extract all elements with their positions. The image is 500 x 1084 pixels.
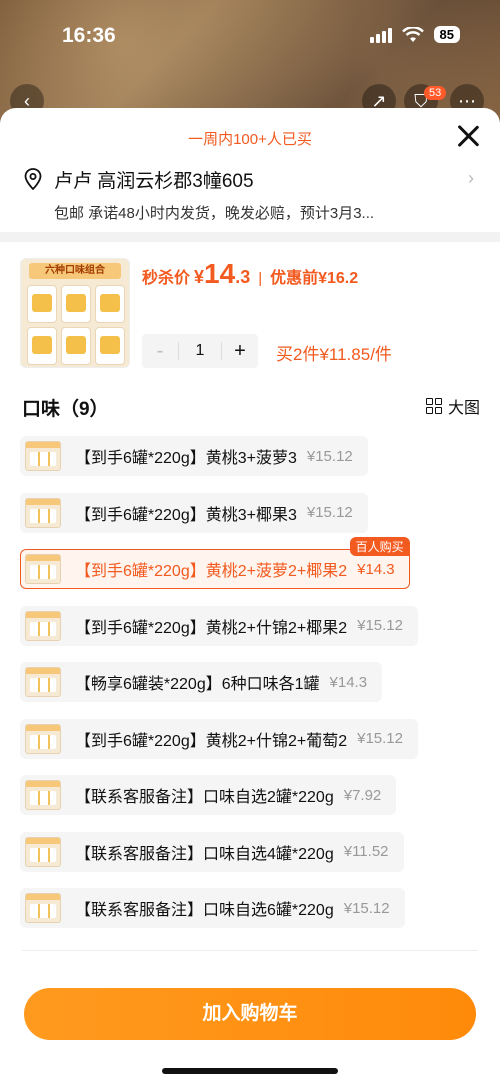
flavor-option[interactable]: 【畅享6罐装*220g】6种口味各1罐 ¥14.3	[20, 662, 383, 702]
option-thumbnail	[25, 610, 61, 641]
decrease-button[interactable]: -	[142, 340, 178, 363]
option-name: 【联系客服备注】口味自选4罐*220g	[75, 845, 334, 863]
option-thumbnail	[25, 836, 61, 867]
close-icon[interactable]	[454, 122, 482, 150]
flavor-title: 口味（9）	[22, 399, 109, 420]
address-text: 卢卢 高润云杉郡3幢605	[54, 171, 254, 192]
option-price: ¥15.12	[343, 899, 390, 917]
option-price: ¥7.92	[343, 786, 382, 804]
option-price: ¥14.3	[357, 560, 395, 578]
flavor-option[interactable]: 【到手6罐*220g】黄桃3+椰果3 ¥15.12	[20, 492, 368, 533]
flavor-option[interactable]: 【联系客服备注】口味自选4罐*220g ¥11.52	[20, 831, 404, 872]
bottom-divider	[22, 950, 478, 951]
large-view-toggle[interactable]: 大图	[425, 394, 480, 418]
status-icons: 85	[369, 26, 460, 43]
bulk-price: 买2件¥11.85/件	[276, 345, 392, 364]
price-currency: ¥	[194, 267, 205, 287]
option-name: 【畅享6罐装*220g】6种口味各1罐	[75, 676, 320, 693]
flavor-option[interactable]: 【联系客服备注】口味自选6罐*220g ¥15.12	[20, 888, 405, 928]
grid-icon	[425, 398, 442, 414]
option-name: 【到手6罐*220g】黄桃2+菠萝2+椰果2	[75, 563, 348, 580]
status-time: 16:36	[62, 24, 116, 47]
product-summary: 六种口味组合 秒杀价 ¥ 14 .3 | 优惠前¥16.2 - 1 + 买2件¥…	[20, 258, 480, 368]
price-line: 秒杀价 ¥ 14 .3 | 优惠前¥16.2	[142, 258, 358, 290]
battery-icon: 85	[433, 26, 460, 43]
option-price: ¥15.12	[357, 617, 403, 634]
option-thumbnail	[25, 893, 61, 923]
option-thumbnail	[25, 497, 61, 528]
thumb-banner: 六种口味组合	[29, 263, 121, 279]
shipping-info: 包邮 承诺48小时内发货，晚发必赔，预计3月3...	[54, 205, 375, 222]
price-label: 秒杀价	[142, 270, 191, 287]
option-name: 【到手6罐*220g】黄桃2+什锦2+葡萄2	[75, 732, 348, 750]
option-price: ¥15.12	[306, 504, 353, 521]
option-price: ¥15.12	[306, 447, 353, 465]
increase-button[interactable]: +	[222, 340, 258, 363]
wifi-icon	[401, 26, 424, 42]
quantity-stepper: - 1 +	[142, 334, 258, 368]
flavor-option[interactable]: 【到手6罐*220g】黄桃2+什锦2+葡萄2 ¥15.12	[20, 718, 418, 759]
flavor-option[interactable]: 【联系客服备注】口味自选2罐*220g ¥7.92	[20, 775, 397, 815]
section-divider	[0, 232, 500, 242]
option-price: ¥14.3	[329, 673, 368, 691]
chevron-right-icon: ›	[468, 168, 474, 188]
purchase-count: 一周内100+人已买	[188, 131, 312, 148]
option-name: 【到手6罐*220g】黄桃3+菠萝3	[75, 450, 297, 467]
option-thumbnail	[25, 441, 61, 471]
address-row[interactable]: 卢卢 高润云杉郡3幢605 › 包邮 承诺48小时内发货，晚发必赔，预计3月3.…	[24, 166, 480, 226]
product-thumbnail[interactable]: 六种口味组合	[20, 258, 130, 368]
flavor-option[interactable]: 【到手6罐*220g】黄桃2+什锦2+椰果2 ¥15.12	[20, 605, 418, 646]
price-integer: 14	[204, 258, 236, 289]
option-thumbnail	[25, 667, 61, 697]
price-decimal: .3	[235, 267, 251, 287]
flavor-option-selected[interactable]: 【到手6罐*220g】黄桃2+菠萝2+椰果2 ¥14.3 百人购买	[20, 537, 410, 589]
cart-badge: 53	[424, 86, 447, 100]
large-view-label: 大图	[447, 400, 480, 417]
status-bar: 16:36 85	[0, 0, 500, 76]
price-separator: |	[258, 270, 263, 287]
add-to-cart-button[interactable]: 加入购物车	[24, 988, 476, 1040]
hot-tag-badge: 百人购买	[349, 537, 410, 556]
flavor-option[interactable]: 【到手6罐*220g】黄桃3+菠萝3 ¥15.12	[20, 436, 368, 476]
option-price: ¥15.12	[357, 730, 403, 747]
location-pin-icon	[24, 168, 42, 190]
quantity-value[interactable]: 1	[178, 342, 222, 360]
option-name: 【联系客服备注】口味自选2罐*220g	[75, 789, 334, 806]
signal-icon	[369, 27, 392, 43]
home-indicator	[162, 1068, 338, 1074]
option-name: 【到手6罐*220g】黄桃3+椰果3	[75, 506, 297, 524]
option-price: ¥11.52	[343, 843, 389, 860]
flavor-options: 【到手6罐*220g】黄桃3+菠萝3 ¥15.12 【到手6罐*220g】黄桃3…	[20, 436, 480, 945]
sku-sheet: 一周内100+人已买 卢卢 高润云杉郡3幢605 › 包邮 承诺48小时内发货，…	[0, 108, 500, 1084]
flavor-header: 口味（9） 大图	[22, 394, 480, 421]
option-thumbnail	[25, 554, 61, 584]
original-price: 优惠前¥16.2	[270, 270, 359, 287]
option-name: 【到手6罐*220g】黄桃2+什锦2+椰果2	[75, 619, 348, 637]
option-thumbnail	[25, 780, 61, 810]
option-name: 【联系客服备注】口味自选6罐*220g	[75, 902, 334, 919]
option-thumbnail	[25, 723, 61, 754]
